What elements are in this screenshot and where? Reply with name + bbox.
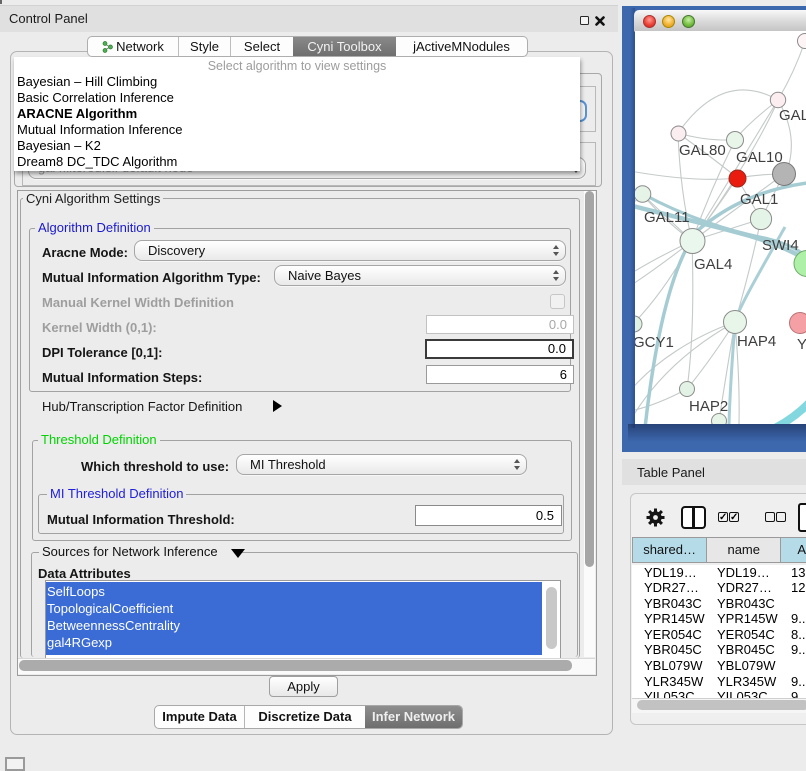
svg-text:SWI4: SWI4 [762, 237, 799, 254]
svg-text:HAP2: HAP2 [689, 398, 728, 415]
svg-text:GAL80: GAL80 [679, 142, 726, 159]
svg-text:GCY1: GCY1 [635, 334, 674, 351]
svg-text:GAL10: GAL10 [736, 149, 783, 166]
svg-text:HAP4: HAP4 [737, 333, 776, 350]
svg-text:GAL11: GAL11 [644, 209, 690, 226]
svg-text:Y: Y [797, 336, 806, 353]
svg-text:GAL1: GAL1 [740, 191, 778, 208]
svg-text:GAL: GAL [779, 107, 806, 124]
svg-text:GAL4: GAL4 [694, 256, 732, 273]
